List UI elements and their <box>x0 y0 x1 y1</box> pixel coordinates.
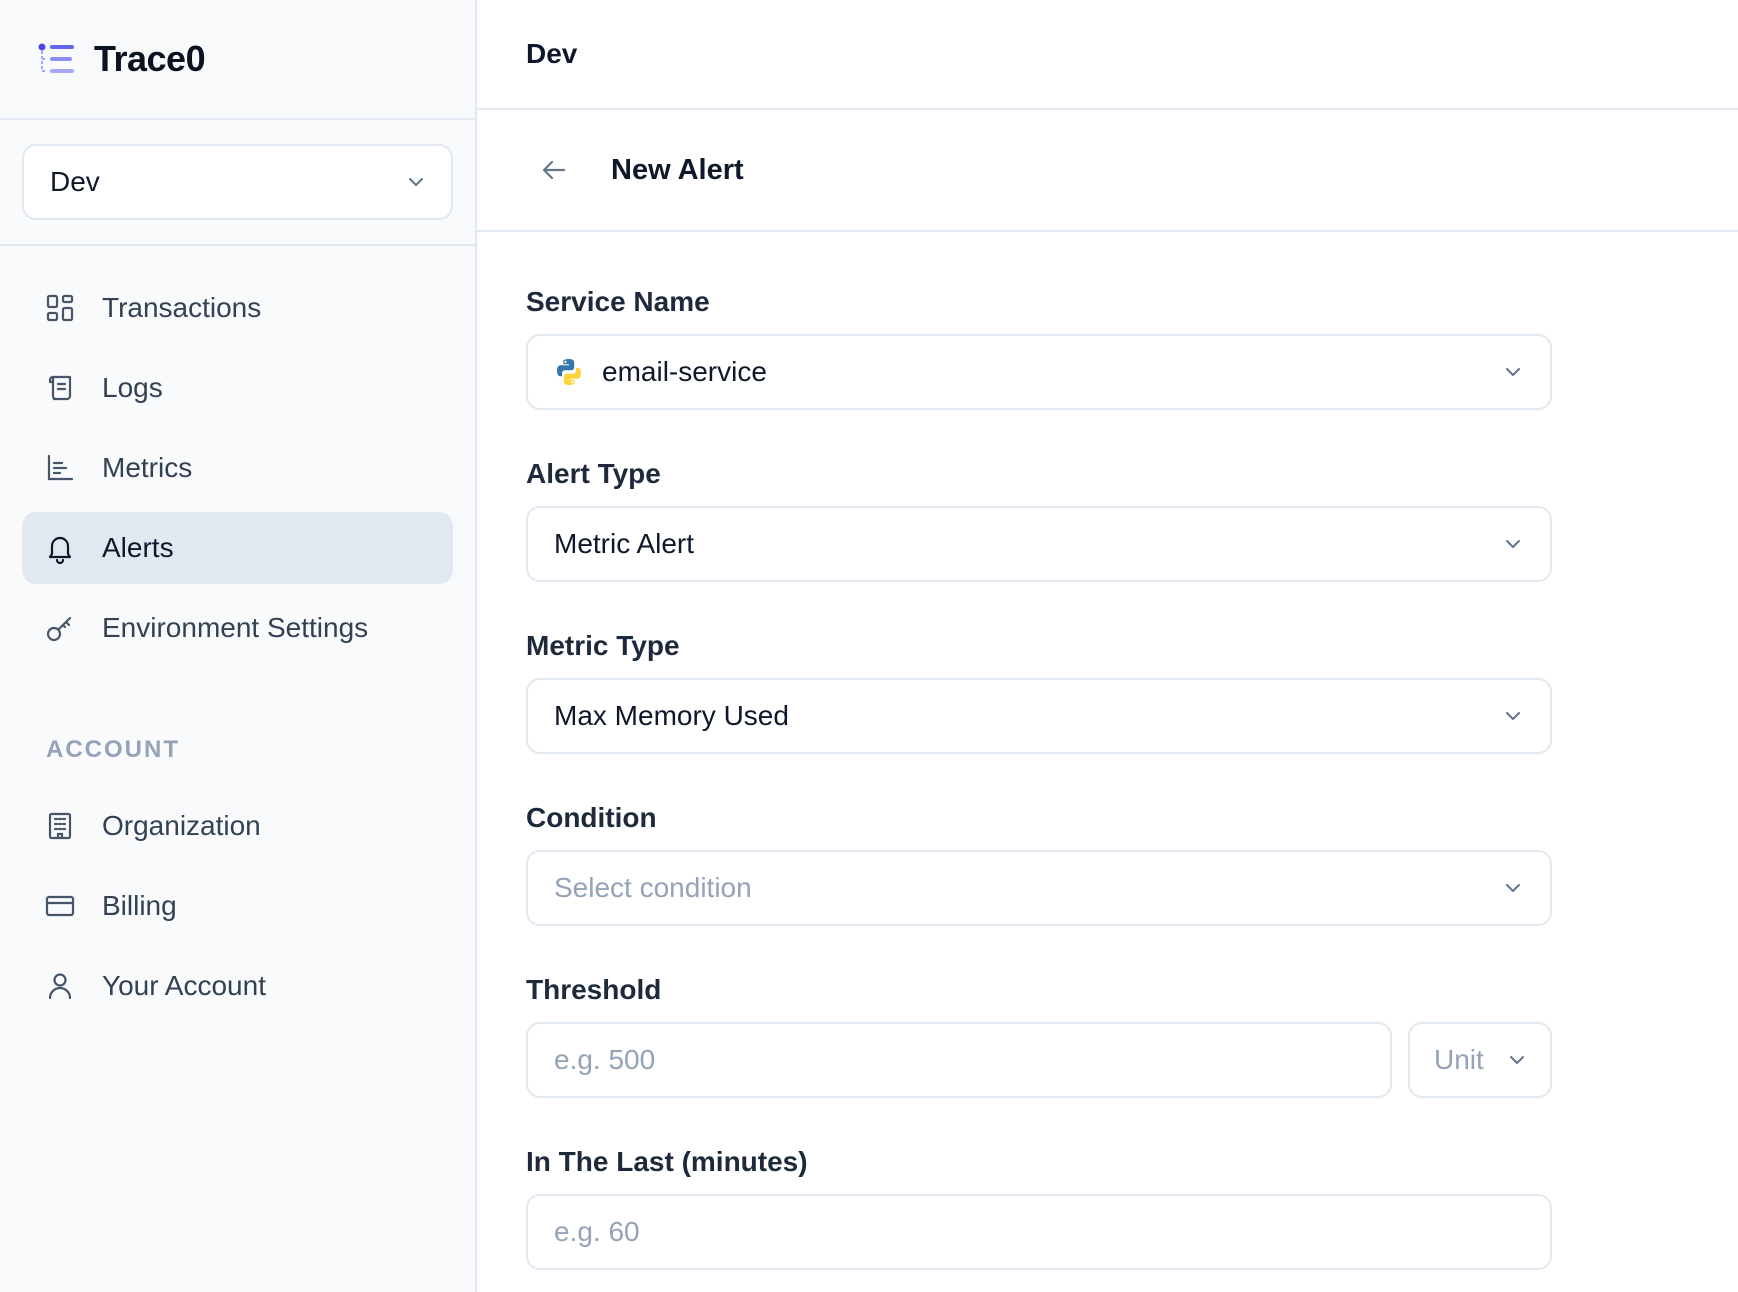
alert-type-field: Alert Type Metric Alert <box>526 454 1552 582</box>
top-header: Dev <box>477 0 1738 110</box>
chevron-down-icon <box>1506 368 1520 376</box>
new-alert-form: Service Name email-service Alert Type Me… <box>477 232 1552 1270</box>
service-name-select[interactable]: email-service <box>526 334 1552 410</box>
account-section-heading: ACCOUNT <box>46 736 180 763</box>
sidebar: Trace0 Dev Transactions Logs Metrics Ale… <box>0 0 477 1292</box>
condition-field: Condition Select condition <box>526 798 1552 926</box>
scroll-icon <box>48 375 72 401</box>
sidebar-item-environment-settings[interactable]: Environment Settings <box>22 592 453 664</box>
sidebar-item-your-account[interactable]: Your Account <box>22 950 453 1022</box>
brand[interactable]: Trace0 <box>0 0 475 120</box>
metric-type-field: Metric Type Max Memory Used <box>526 626 1552 754</box>
alert-type-select-value: Metric Alert <box>554 528 695 559</box>
page-title: New Alert <box>611 153 744 186</box>
environment-selector-wrap: Dev <box>0 120 475 246</box>
page-header: New Alert <box>477 110 1738 232</box>
back-button[interactable] <box>537 153 571 187</box>
sidebar-item-label: Your Account <box>102 970 266 1001</box>
sidebar-item-label: Logs <box>102 372 163 403</box>
in-the-last-input[interactable]: e.g. 60 <box>526 1194 1552 1270</box>
key-icon <box>46 616 72 642</box>
chevron-down-icon <box>1506 540 1520 548</box>
service-name-field: Service Name email-service <box>526 282 1552 410</box>
alert-type-label: Alert Type <box>526 458 661 489</box>
unit-select[interactable]: Unit <box>1408 1022 1552 1098</box>
user-icon <box>48 973 72 1000</box>
condition-select[interactable]: Select condition <box>526 850 1552 926</box>
chevron-down-icon <box>1510 1056 1524 1064</box>
chevron-down-icon <box>1506 712 1520 720</box>
chevron-down-icon <box>409 178 423 186</box>
sidebar-item-organization[interactable]: Organization <box>22 790 453 862</box>
arrow-left-icon <box>542 160 566 180</box>
sidebar-item-label: Alerts <box>102 532 174 563</box>
app-root: Trace0 Dev Transactions Logs Metrics Ale… <box>0 0 1738 1292</box>
sidebar-item-billing[interactable]: Billing <box>22 870 453 942</box>
threshold-field: Threshold e.g. 500 Unit <box>526 970 1552 1098</box>
condition-label: Condition <box>526 802 657 833</box>
sidebar-item-label: Metrics <box>102 452 193 483</box>
sidebar-item-alerts[interactable]: Alerts <box>22 512 453 584</box>
environment-selector[interactable]: Dev <box>22 144 453 220</box>
sidebar-item-label: Transactions <box>102 292 262 323</box>
logo-icon <box>38 43 74 73</box>
threshold-label: Threshold <box>526 974 662 1005</box>
condition-select-placeholder: Select condition <box>554 872 752 903</box>
building-icon <box>48 812 72 840</box>
environment-selector-value: Dev <box>50 166 100 197</box>
grid-icon <box>46 294 74 322</box>
sidebar-item-label: Billing <box>102 890 177 921</box>
threshold-input[interactable]: e.g. 500 <box>526 1022 1392 1098</box>
in-the-last-field: In The Last (minutes) e.g. 60 <box>526 1142 1552 1270</box>
brand-name: Trace0 <box>94 38 206 79</box>
unit-select-placeholder: Unit <box>1434 1044 1484 1075</box>
sidebar-item-metrics[interactable]: Metrics <box>22 432 453 504</box>
service-name-select-value: email-service <box>554 356 767 388</box>
python-icon <box>557 359 581 385</box>
threshold-row: e.g. 500 Unit <box>526 1022 1552 1098</box>
metric-type-select-value: Max Memory Used <box>554 700 789 731</box>
sidebar-item-logs[interactable]: Logs <box>22 352 453 424</box>
metric-type-label: Metric Type <box>526 630 680 661</box>
sidebar-nav: Transactions Logs Metrics Alerts Environ… <box>0 246 475 1022</box>
in-the-last-label: In The Last (minutes) <box>526 1146 808 1177</box>
bar-chart-icon <box>47 454 74 481</box>
main-content: Dev New Alert Service Name email-service… <box>477 0 1738 1292</box>
metric-type-select[interactable]: Max Memory Used <box>526 678 1552 754</box>
sidebar-item-label: Environment Settings <box>102 612 369 643</box>
service-name-label: Service Name <box>526 286 710 317</box>
header-title: Dev <box>526 38 578 69</box>
credit-card-icon <box>45 895 75 917</box>
alert-type-select[interactable]: Metric Alert <box>526 506 1552 582</box>
sidebar-item-transactions[interactable]: Transactions <box>22 272 453 344</box>
sidebar-item-label: Organization <box>102 810 261 841</box>
service-name-value-text: email-service <box>602 356 767 387</box>
chevron-down-icon <box>1506 884 1520 892</box>
bell-icon <box>48 536 72 564</box>
